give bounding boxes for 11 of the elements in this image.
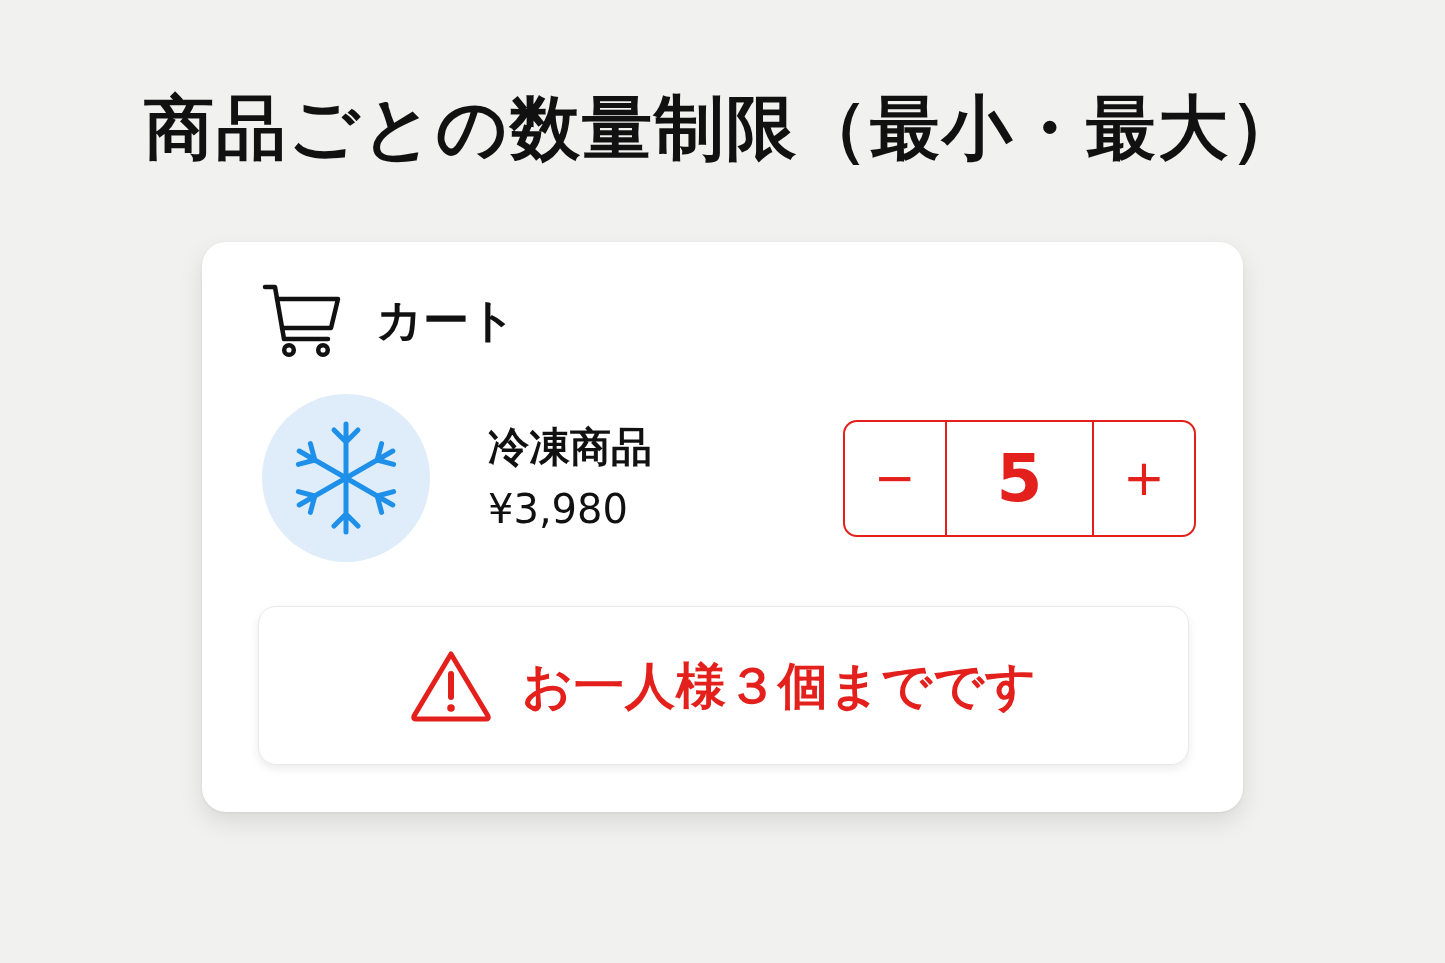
increment-button[interactable]: + (1094, 421, 1194, 535)
decrement-button[interactable]: − (845, 421, 945, 535)
cart-icon (262, 284, 342, 358)
product-name: 冷凍商品 (488, 424, 652, 472)
page-title: 商品ごとの数量制限（最小・最大） (143, 86, 1302, 170)
cart-title: カート (376, 293, 516, 349)
warning-icon (410, 649, 492, 722)
limit-message: お一人様３個までです (522, 655, 1037, 716)
product-price: ¥3,980 (488, 485, 629, 532)
quantity-field[interactable]: 5 (945, 421, 1094, 535)
snowflake-icon (262, 394, 430, 562)
